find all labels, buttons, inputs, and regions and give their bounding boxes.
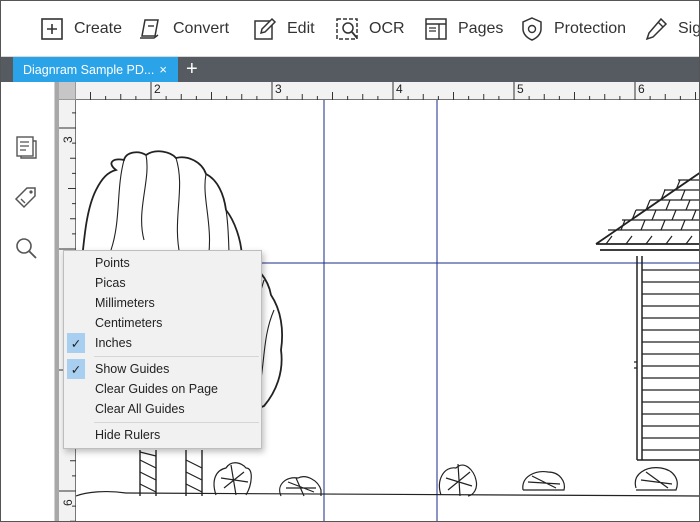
ruler-label: 2 (154, 82, 161, 96)
menu-item-label: Picas (95, 276, 126, 290)
sign-label: Sign (678, 20, 699, 37)
thumbnails-icon[interactable] (13, 134, 39, 160)
edit-label: Edit (287, 20, 315, 37)
shield-icon (522, 17, 542, 41)
pages-icon (425, 18, 447, 40)
menu-item-label: Show Guides (95, 362, 170, 376)
menu-separator (94, 422, 259, 423)
create-button[interactable]: Create (39, 15, 122, 43)
edit-pencil-icon (254, 17, 277, 40)
tab-close-icon[interactable]: × (159, 62, 167, 77)
menu-item-label: Clear All Guides (95, 402, 185, 416)
protection-label: Protection (554, 20, 627, 37)
checkmark-icon: ✓ (67, 359, 85, 379)
sign-button[interactable]: Sign (643, 15, 699, 43)
ruler-label: 6 (638, 82, 645, 96)
menu-item-points[interactable]: Points (64, 253, 261, 273)
menu-item-label: Hide Rulers (95, 428, 161, 442)
menu-item-label: Inches (95, 336, 132, 350)
document-tab-bar: Diagnram Sample PD... × + (1, 57, 699, 82)
document-tab[interactable]: Diagnram Sample PD... × (13, 57, 178, 82)
pages-button[interactable]: Pages (423, 15, 503, 43)
menu-separator (94, 356, 259, 357)
menu-item-label: Centimeters (95, 316, 163, 330)
ruler-label: 6 (61, 499, 75, 506)
menu-item-inches[interactable]: ✓ Inches (64, 333, 261, 353)
ruler-corner[interactable] (59, 82, 76, 100)
menu-item-millimeters[interactable]: Millimeters (64, 293, 261, 313)
menu-item-label: Millimeters (95, 296, 155, 310)
protection-button[interactable]: Protection (519, 15, 626, 43)
ruler-label: 3 (61, 136, 75, 143)
checkmark-icon: ✓ (67, 333, 85, 353)
house-drawing (595, 172, 699, 461)
menu-item-clear-all-guides[interactable]: Clear All Guides (64, 399, 261, 419)
ocr-icon (336, 18, 358, 40)
edit-button[interactable]: Edit (252, 15, 315, 43)
ruler-label: 4 (396, 82, 403, 96)
pages-label: Pages (458, 20, 504, 37)
horizontal-ruler-ticks: 2 3 4 5 6 (90, 82, 696, 100)
menu-item-show-guides[interactable]: ✓ Show Guides (64, 359, 261, 379)
app-window: Create Convert Edit OCR Pages Protection… (0, 0, 700, 522)
ruler-label: 5 (517, 82, 524, 96)
ruler-context-menu: Points Picas Millimeters Centimeters ✓ I… (63, 250, 262, 449)
convert-button[interactable]: Convert (138, 15, 229, 43)
tag-icon[interactable] (13, 185, 39, 211)
ocr-label: OCR (369, 20, 405, 37)
menu-item-label: Clear Guides on Page (95, 382, 218, 396)
ruler-label: 3 (275, 82, 282, 96)
sign-pen-icon (645, 17, 668, 41)
menu-item-hide-rulers[interactable]: Hide Rulers (64, 425, 261, 445)
shrub-drawing (213, 462, 678, 497)
document-tab-label: Diagnram Sample PD... (23, 62, 155, 77)
new-tab-button[interactable]: + (186, 58, 198, 80)
menu-item-label: Points (95, 256, 130, 270)
menu-item-clear-guides-on-page[interactable]: Clear Guides on Page (64, 379, 261, 399)
convert-label: Convert (173, 20, 230, 37)
menu-item-picas[interactable]: Picas (64, 273, 261, 293)
horizontal-ruler[interactable]: 2 3 4 5 6 (76, 82, 699, 100)
ocr-button[interactable]: OCR (334, 15, 405, 43)
create-label: Create (74, 20, 123, 37)
convert-icon (140, 19, 159, 39)
menu-item-centimeters[interactable]: Centimeters (64, 313, 261, 333)
plus-box-icon (41, 18, 63, 40)
search-icon[interactable] (13, 235, 39, 261)
left-sidebar (1, 82, 55, 521)
main-toolbar: Create Convert Edit OCR Pages Protection… (1, 1, 699, 57)
